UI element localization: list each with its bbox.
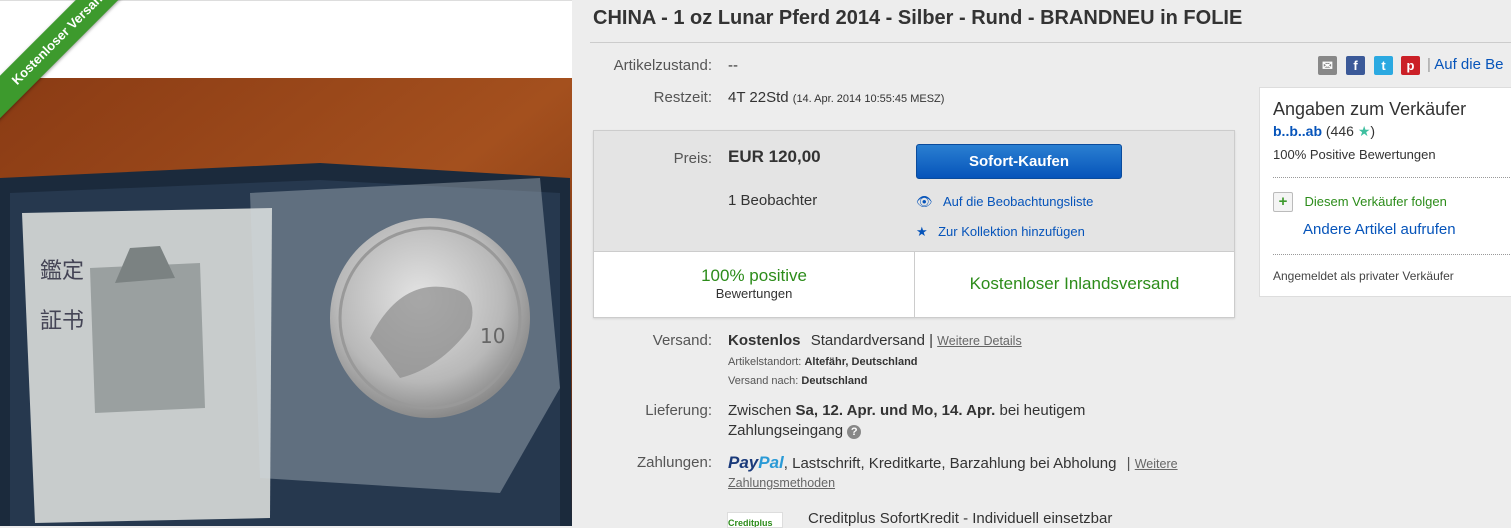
plus-icon: + [1273, 192, 1293, 212]
item-title: CHINA - 1 oz Lunar Pferd 2014 - Silber -… [593, 7, 1243, 29]
share-separator: | [1427, 56, 1431, 73]
add-to-collection-link[interactable]: ★ Zur Kollektion hinzufügen [916, 223, 1085, 241]
time-left-remaining: 4T 22Std [728, 89, 789, 106]
seller-feedback: 100% Positive Bewertungen [1273, 147, 1436, 162]
shipping-details-link[interactable]: Weitere Details [937, 334, 1022, 348]
delivery-label: Lieferung: [645, 402, 712, 419]
positive-feedback-block: 100% positive Bewertungen [594, 266, 914, 301]
buy-box: Preis: EUR 120,00 1 Beobachter Sofort-Ka… [593, 130, 1235, 318]
item-location-value: Altefähr, Deutschland [804, 356, 918, 368]
free-domestic-shipping: Kostenloser Inlandsversand [969, 274, 1180, 293]
price-label: Preis: [673, 150, 712, 167]
more-payment-link-b[interactable]: Zahlungsmethoden [728, 476, 835, 490]
more-payment-link-a[interactable]: Weitere [1135, 457, 1178, 471]
seller-name-link[interactable]: b..b..ab [1273, 123, 1322, 139]
credit-offer[interactable]: Creditplus SofortKredit - Individuell ei… [808, 510, 1112, 527]
ships-to-value: Deutschland [801, 375, 868, 387]
time-left-end: (14. Apr. 2014 10:55:45 MESZ) [792, 93, 945, 105]
eye-icon: 👁 [916, 194, 933, 209]
paypal-logo: PayPal [728, 453, 784, 472]
svg-text:証书: 証书 [40, 309, 84, 334]
price-value: EUR 120,00 [728, 147, 821, 166]
seller-divider-2 [1273, 254, 1511, 255]
star-icon: ★ [916, 224, 928, 239]
paypal-logo-b: Pal [758, 453, 784, 472]
payment-label: Zahlungen: [636, 454, 712, 471]
item-location: Artikelstandort: Altefähr, Deutschland [728, 356, 918, 368]
shipping-cost: Kostenlos [728, 332, 801, 349]
add-to-watchlist-link[interactable]: 👁 Auf die Beobachtungsliste [916, 193, 1093, 211]
follow-seller-text: Diesem Verkäufer folgen [1304, 194, 1447, 209]
payment-methods: PayPal, Lastschrift, Kreditkarte, Barzah… [728, 453, 1178, 473]
email-share-icon[interactable]: ✉ [1318, 56, 1337, 75]
delivery-post: bei heutigem [999, 402, 1086, 419]
seller-info-box: Angaben zum Verkäufer b..b..ab (446 ★) 1… [1259, 87, 1511, 297]
follow-seller-link[interactable]: + Diesem Verkäufer folgen [1273, 192, 1447, 212]
buy-now-button[interactable]: Sofort-Kaufen [916, 144, 1122, 179]
positive-sub: Bewertungen [715, 286, 793, 301]
pinterest-share-icon[interactable]: p [1401, 56, 1420, 75]
seller-name-line: b..b..ab (446 ★) [1273, 123, 1375, 140]
shipping-service: Standardversand | [810, 332, 933, 349]
item-photo[interactable]: 鑑定 証书 10 [0, 78, 572, 526]
delivery-line-2: Zahlungseingang ? [728, 422, 862, 439]
seller-score-close: ) [1370, 123, 1376, 139]
seller-score[interactable]: (446 [1326, 123, 1354, 139]
shipping-label: Versand: [652, 332, 712, 349]
seller-divider-1 [1273, 177, 1511, 178]
condition-value: -- [728, 57, 738, 74]
delivery-pre: Zwischen [728, 402, 792, 419]
svg-text:10: 10 [480, 324, 505, 348]
other-items-link[interactable]: Andere Artikel aufrufen [1303, 221, 1456, 238]
teal-star-icon: ★ [1357, 123, 1371, 139]
watchlist-top-link-text: Auf die Be [1434, 56, 1504, 73]
help-icon[interactable]: ? [847, 425, 862, 439]
delivery-line2-text: Zahlungseingang [728, 422, 844, 439]
delivery-range: Sa, 12. Apr. und Mo, 14. Apr. [795, 402, 996, 419]
facebook-share-icon[interactable]: f [1346, 56, 1365, 75]
buy-box-top: Preis: EUR 120,00 1 Beobachter Sofort-Ka… [594, 131, 1234, 252]
add-to-collection-text: Zur Kollektion hinzufügen [938, 224, 1085, 239]
add-to-watchlist-text: Auf die Beobachtungsliste [942, 194, 1094, 209]
item-location-label: Artikelstandort: [728, 356, 802, 368]
time-left-label: Restzeit: [653, 89, 712, 106]
time-left-value: 4T 22Std (14. Apr. 2014 10:55:45 MESZ) [728, 89, 944, 106]
svg-text:鑑定: 鑑定 [40, 259, 84, 284]
delivery-line-1: Zwischen Sa, 12. Apr. und Mo, 14. Apr. b… [728, 402, 1085, 419]
creditplus-logo-text: Creditplus [728, 518, 773, 528]
shipping-line: Kostenlos Standardversand | Weitere Deta… [728, 332, 1022, 349]
condition-label: Artikelzustand: [613, 57, 712, 74]
payment-methods-text: , Lastschrift, Kreditkarte, Barzahlung b… [783, 455, 1117, 472]
ships-to-label: Versand nach: [728, 375, 799, 387]
twitter-share-icon[interactable]: t [1374, 56, 1393, 75]
paypal-logo-a: Pay [728, 453, 759, 472]
payment-line-2: Zahlungsmethoden [728, 474, 835, 491]
watchlist-top-link[interactable]: | Auf die Be [1427, 56, 1503, 73]
positive-percent: 100% positive [701, 266, 807, 285]
seller-heading: Angaben zum Verkäufer [1273, 99, 1467, 119]
watchers-count: 1 Beobachter [728, 192, 818, 209]
ships-to: Versand nach: Deutschland [728, 375, 867, 387]
item-image-panel[interactable]: Kostenloser Versand 鑑定 証书 10 [0, 0, 572, 526]
title-divider [590, 42, 1511, 43]
seller-registration: Angemeldet als privater Verkäufer [1273, 269, 1454, 283]
payment-separator: | [1126, 455, 1131, 472]
